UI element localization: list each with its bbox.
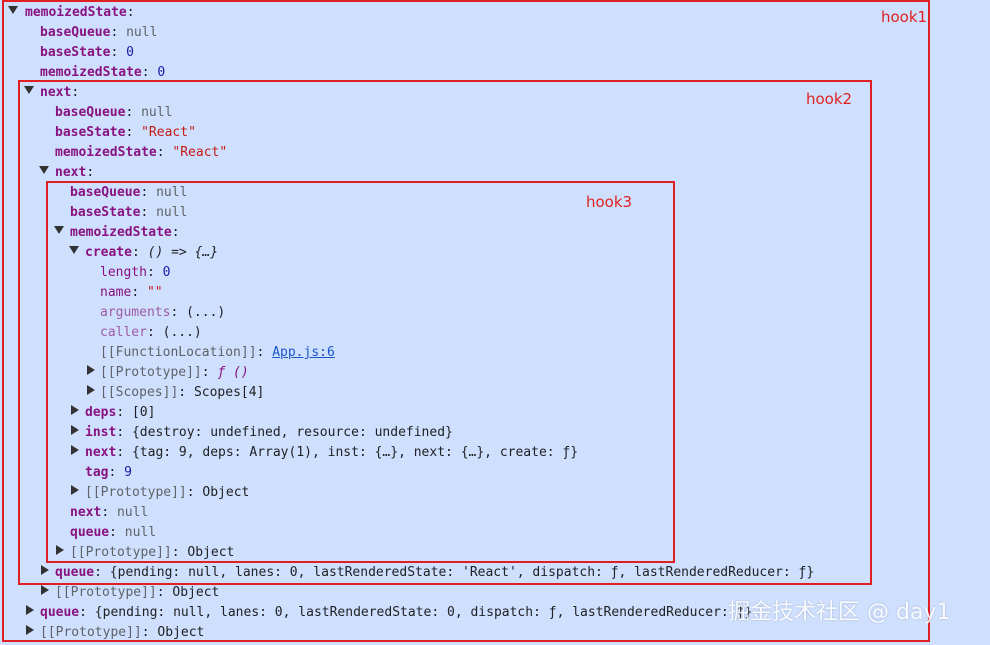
hook3-box [46,181,675,563]
hook2-label: hook2 [806,90,853,108]
hook1-label: hook1 [881,8,928,26]
hook3-label: hook3 [586,193,633,211]
watermark: 掘金技术社区 @ day1 [728,600,951,625]
